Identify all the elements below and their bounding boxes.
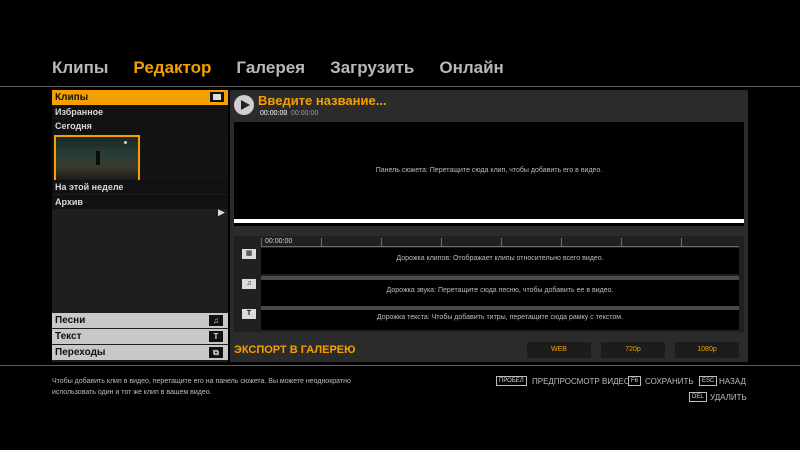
ruler-tick [561, 238, 562, 247]
top-navigation: Клипы Редактор Галерея Загрузить Онлайн [0, 50, 800, 86]
clip-thumbnail-figure [96, 151, 100, 165]
hint-save[interactable]: СОХРАНИТЬ [645, 377, 694, 386]
text-icon: T [242, 309, 256, 319]
library-category-transitions-label: Переходы [55, 347, 106, 358]
time-separator: / [285, 110, 287, 117]
hint-delete[interactable]: УДАЛИТЬ [710, 393, 747, 402]
transition-icon: ⧉ [209, 347, 223, 358]
tab-editor[interactable]: Редактор [133, 58, 211, 78]
timeline-ruler[interactable] [261, 246, 739, 247]
ruler-time: 00:00:00 [265, 238, 293, 245]
storyboard-progress-bar [234, 219, 744, 223]
library-section-this-week[interactable]: На этой неделе [52, 180, 228, 194]
audio-track-label: Дорожка звука: Перетащите сюда песню, чт… [386, 287, 614, 294]
library-category-text[interactable]: Текст T [52, 329, 228, 344]
clip-list-today: ▶ [52, 133, 228, 217]
music-note-icon: ♫ [242, 279, 256, 289]
export-1080p-button[interactable]: 1080p [675, 342, 739, 358]
clip-thumbnail-light [124, 141, 127, 144]
library-section-favorites[interactable]: Избранное [52, 105, 228, 119]
bottom-divider [0, 365, 800, 366]
text-icon: T [209, 331, 223, 342]
library-header-clips[interactable]: Клипы [52, 90, 228, 105]
ruler-tick [501, 238, 502, 247]
clip-track-label: Дорожка клипов: Отображает клипы относит… [396, 255, 604, 262]
storyboard-hint: Панель сюжета: Перетащите сюда клип, что… [375, 167, 603, 174]
library-section-today[interactable]: Сегодня [52, 119, 228, 133]
ruler-tick [381, 238, 382, 247]
total-time: 00:00:00 [291, 110, 319, 117]
ruler-tick [261, 238, 262, 247]
top-divider [0, 86, 800, 87]
key-space: ПРОБЕЛ [496, 376, 527, 386]
video-title-input[interactable]: Введите название... [258, 93, 387, 108]
storyboard-drop-zone[interactable]: Панель сюжета: Перетащите сюда клип, что… [234, 122, 744, 226]
clip-thumbnail[interactable] [54, 135, 140, 182]
clip-track[interactable]: Дорожка клипов: Отображает клипы относит… [261, 248, 739, 274]
music-note-icon: ♫ [209, 315, 223, 326]
film-icon [210, 92, 224, 102]
key-f6: F6 [628, 376, 642, 386]
ruler-tick [621, 238, 622, 247]
library-category-transitions[interactable]: Переходы ⧉ [52, 345, 228, 360]
library-category-songs[interactable]: Песни ♫ [52, 313, 228, 328]
hint-preview-video[interactable]: ПРЕДПРОСМОТР ВИДЕО [532, 377, 630, 386]
library-header-label: Клипы [55, 92, 89, 103]
tab-gallery[interactable]: Галерея [236, 58, 305, 78]
tab-clips[interactable]: Клипы [52, 58, 108, 78]
clip-library-panel: Клипы Избранное Сегодня ▶ На этой неделе… [52, 90, 228, 362]
hint-back[interactable]: НАЗАД [719, 377, 746, 386]
key-esc: ESC [699, 376, 718, 386]
export-to-gallery-label: ЭКСПОРТ В ГАЛЕРЕЮ [234, 344, 356, 356]
film-icon: ▦ [242, 249, 256, 259]
ruler-tick [681, 238, 682, 247]
export-720p-button[interactable]: 720p [601, 342, 665, 358]
timeline-tracks: 00:00:00 ▦ Дорожка клипов: Отображает кл… [234, 236, 744, 332]
export-web-button[interactable]: WEB [527, 342, 591, 358]
editor-panel: Введите название... 00:00:00 / 00:00:00 … [230, 90, 748, 362]
tab-upload[interactable]: Загрузить [330, 58, 414, 78]
library-category-text-label: Текст [55, 331, 82, 342]
play-button[interactable] [234, 95, 254, 115]
ruler-tick [441, 238, 442, 247]
tab-online[interactable]: Онлайн [439, 58, 503, 78]
library-category-songs-label: Песни [55, 315, 86, 326]
audio-track[interactable]: Дорожка звука: Перетащите сюда песню, чт… [261, 280, 739, 306]
text-track-label: Дорожка текста: Чтобы добавить титры, пе… [376, 314, 624, 321]
library-section-archive[interactable]: Архив [52, 195, 228, 209]
text-track[interactable]: Дорожка текста: Чтобы добавить титры, пе… [261, 310, 739, 330]
key-del: DEL [689, 392, 707, 402]
help-text: Чтобы добавить клип в видео, перетащите … [52, 378, 351, 396]
current-time: 00:00:00 [260, 110, 288, 117]
ruler-tick [321, 238, 322, 247]
